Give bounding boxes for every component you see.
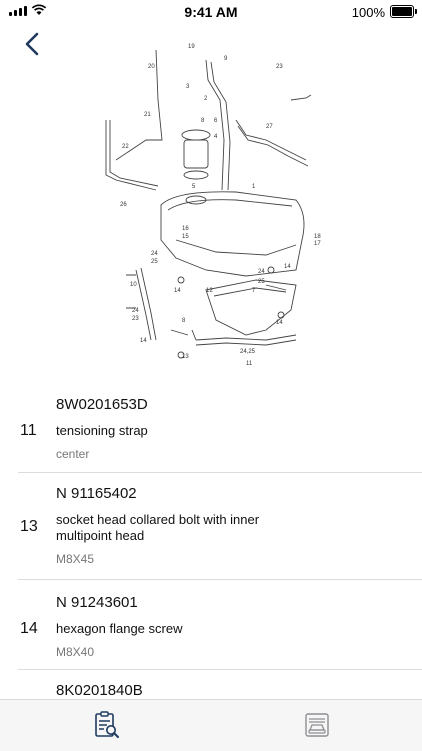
clipboard-search-icon [95, 711, 119, 738]
battery-icon [390, 5, 417, 18]
svg-text:14: 14 [140, 338, 147, 344]
part-number: 8W0201653D [56, 396, 148, 413]
svg-text:24: 24 [151, 251, 158, 257]
svg-text:15: 15 [182, 234, 189, 240]
svg-text:17: 17 [314, 241, 321, 247]
svg-text:12: 12 [206, 288, 213, 294]
svg-text:14: 14 [174, 288, 181, 294]
svg-text:11: 11 [246, 361, 253, 367]
svg-text:8: 8 [201, 118, 205, 124]
part-row[interactable]: N 91165402 13 socket head collared bolt … [18, 473, 422, 580]
svg-text:23: 23 [276, 64, 283, 70]
tab-vehicle[interactable] [302, 710, 332, 740]
svg-text:21: 21 [144, 112, 151, 118]
svg-text:24,25: 24,25 [240, 349, 256, 355]
status-bar: 9:41 AM 100% [0, 0, 422, 22]
part-row[interactable]: 8K0201840B [18, 670, 422, 699]
svg-text:13: 13 [182, 354, 189, 360]
svg-text:20: 20 [148, 64, 155, 70]
svg-text:2: 2 [204, 96, 208, 102]
part-position: 11 [20, 422, 37, 439]
svg-text:22: 22 [122, 144, 129, 150]
part-row[interactable]: 8W0201653D 11 tensioning strap center [18, 382, 422, 473]
svg-text:16: 16 [182, 226, 189, 232]
parts-list: 8W0201653D 11 tensioning strap center N … [0, 382, 422, 699]
svg-text:14: 14 [284, 264, 291, 270]
tab-catalog[interactable] [91, 710, 121, 740]
svg-text:5: 5 [192, 184, 196, 190]
svg-text:19: 19 [188, 44, 195, 50]
part-position: 13 [20, 518, 38, 535]
svg-text:8: 8 [182, 318, 186, 324]
part-description: tensioning strap [56, 423, 148, 438]
part-row[interactable]: N 91243601 14 hexagon flange screw M8X40 [18, 580, 422, 670]
svg-text:25: 25 [258, 279, 265, 285]
svg-text:1: 1 [252, 184, 256, 190]
svg-text:10: 10 [130, 282, 137, 288]
svg-text:25: 25 [151, 259, 158, 265]
exploded-parts-diagram: 19 20 9 23 3 8 4 21 22 2 6 27 26 5 1 16 … [105, 44, 321, 367]
tab-bar [0, 699, 422, 751]
svg-text:14: 14 [276, 320, 283, 326]
svg-text:18: 18 [314, 234, 321, 240]
part-number: N 91165402 [56, 485, 137, 502]
part-spec: center [56, 447, 90, 461]
part-number: N 91243601 [56, 594, 138, 611]
svg-text:9: 9 [224, 56, 228, 62]
svg-text:26: 26 [120, 202, 127, 208]
part-position: 14 [20, 620, 38, 637]
svg-text:24: 24 [132, 308, 139, 314]
part-description: socket head collared bolt with inner mul… [56, 512, 260, 543]
part-spec: M8X40 [56, 645, 95, 659]
svg-text:27: 27 [266, 124, 273, 130]
battery-percent: 100% [351, 5, 385, 20]
back-button[interactable] [18, 30, 48, 58]
svg-text:6: 6 [214, 118, 218, 124]
svg-text:7: 7 [252, 288, 256, 294]
svg-text:23: 23 [132, 316, 139, 322]
chevron-left-icon [25, 32, 39, 56]
part-number: 8K0201840B [56, 682, 143, 699]
part-spec: M8X45 [56, 552, 95, 566]
svg-text:3: 3 [186, 84, 190, 90]
svg-text:24: 24 [258, 269, 265, 275]
svg-text:4: 4 [214, 134, 218, 140]
vehicle-front-icon [305, 713, 329, 737]
part-description: hexagon flange screw [56, 621, 183, 636]
